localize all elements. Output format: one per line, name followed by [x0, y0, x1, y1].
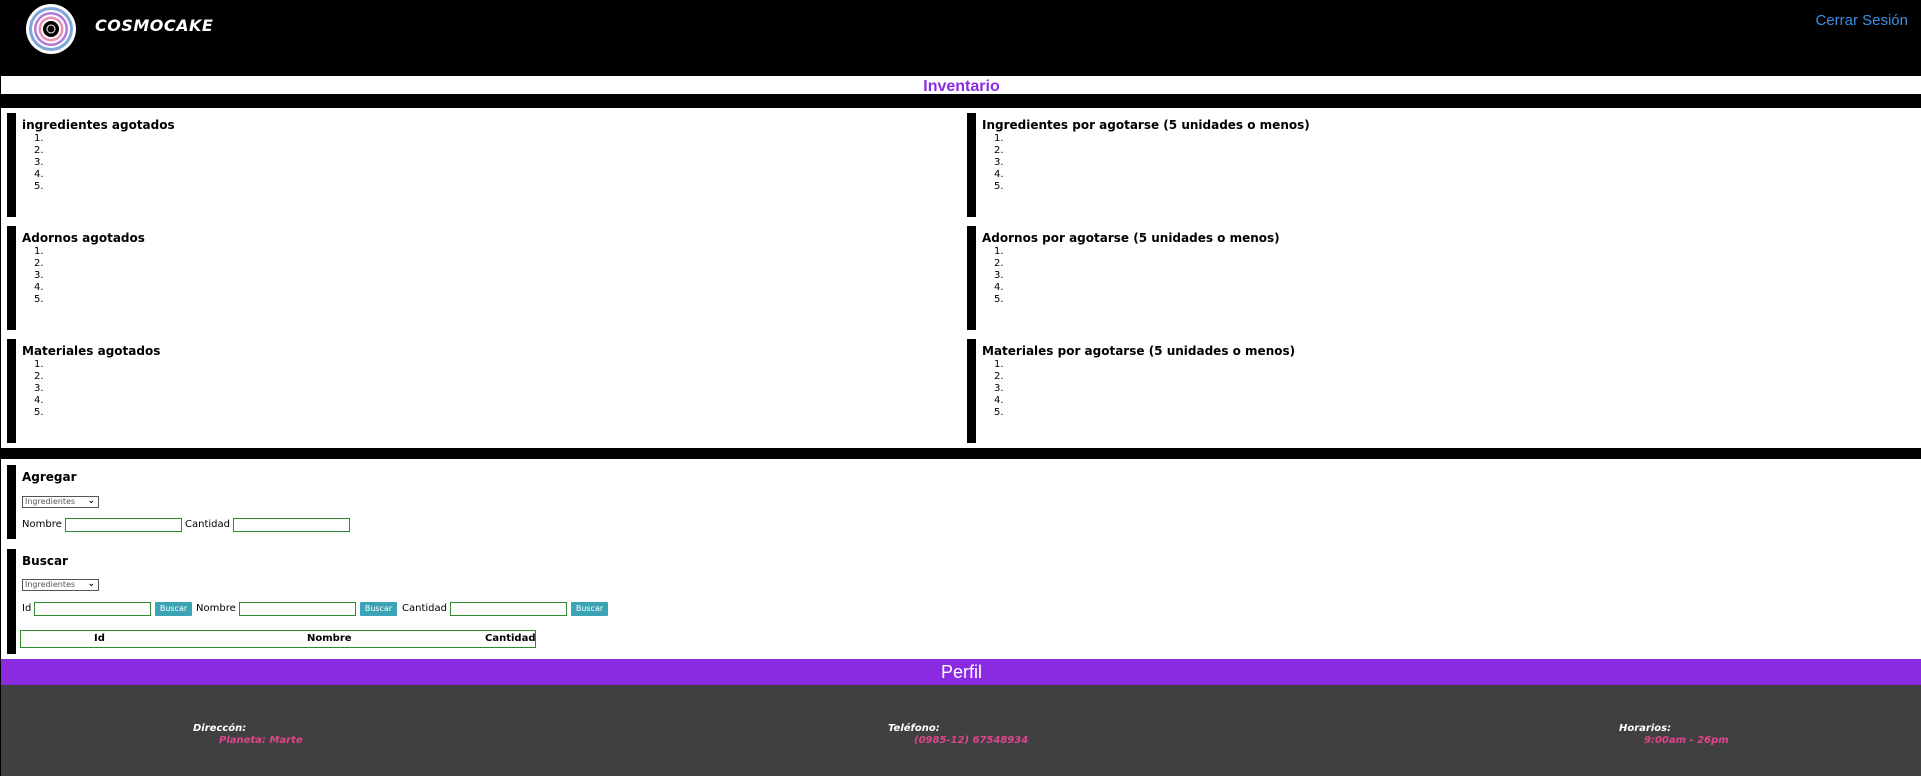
list-item: 5.	[994, 294, 1004, 305]
id-label: Id	[22, 603, 32, 614]
list-item: 2.	[994, 145, 1004, 156]
list-item: 5.	[34, 294, 44, 305]
selected-category: Ingredientes	[25, 580, 76, 589]
buscar-title: Buscar	[22, 554, 68, 568]
divider-bar	[1, 448, 1921, 459]
list-item: 1.	[34, 359, 44, 370]
list-item: 3.	[34, 157, 44, 168]
nombre-label: Nombre	[196, 603, 236, 614]
list-item: 3.	[994, 383, 1004, 394]
top-header: COSMOCAKE Cerrar Sesión	[1, 0, 1921, 76]
list-item: 4.	[994, 282, 1004, 293]
list-item: 1.	[34, 133, 44, 144]
list-item: 4.	[994, 169, 1004, 180]
nombre-label: Nombre	[22, 519, 62, 530]
agregar-nombre-input[interactable]	[65, 518, 182, 532]
list-item: 2.	[34, 145, 44, 156]
ingredientes-agotados-list: 1. 2. 3. 4. 5.	[22, 133, 44, 193]
direccion-value: Planeta: Marte	[219, 735, 303, 746]
panel-ingredientes-por-agotarse: Ingredientes por agotarse (5 unidades o …	[967, 113, 1921, 217]
chevron-down-icon: ⌄	[87, 496, 95, 506]
page-title: Inventario	[923, 78, 1000, 95]
perfil-link[interactable]: Perfil	[1, 659, 1921, 685]
buscar-id-input[interactable]	[34, 602, 151, 616]
ingredientes-por-agotarse-list: 1. 2. 3. 4. 5.	[982, 133, 1004, 193]
list-item: 3.	[994, 157, 1004, 168]
list-item: 5.	[994, 407, 1004, 418]
list-item: 1.	[994, 133, 1004, 144]
agregar-cantidad-input[interactable]	[233, 518, 350, 532]
list-item: 3.	[34, 270, 44, 281]
list-item: 5.	[994, 181, 1004, 192]
cantidad-label: Cantidad	[185, 519, 230, 530]
buscar-category-select[interactable]: Ingredientes ⌄	[22, 579, 99, 591]
table-header-cantidad: Cantidad	[485, 633, 536, 644]
adornos-agotados-list: 1. 2. 3. 4. 5.	[22, 246, 44, 306]
direccion-label: Direccón:	[193, 723, 247, 734]
cantidad-label: Cantidad	[402, 603, 447, 614]
list-item: 4.	[994, 395, 1004, 406]
panel-title: Materiales por agotarse (5 unidades o me…	[982, 344, 1296, 358]
panel-materiales-por-agotarse: Materiales por agotarse (5 unidades o me…	[967, 339, 1921, 443]
list-item: 1.	[34, 246, 44, 257]
panel-title: ingredientes agotados	[22, 118, 175, 132]
brand-name: COSMOCAKE	[95, 16, 214, 35]
agregar-section: Agregar Ingredientes ⌄ Nombre Cantidad	[7, 465, 607, 539]
list-item: 4.	[34, 169, 44, 180]
panel-title: Materiales agotados	[22, 344, 161, 358]
list-item: 3.	[34, 383, 44, 394]
materiales-agotados-list: 1. 2. 3. 4. 5.	[22, 359, 44, 419]
panel-title: Ingredientes por agotarse (5 unidades o …	[982, 118, 1310, 132]
panel-title: Adornos por agotarse (5 unidades o menos…	[982, 231, 1280, 245]
list-item: 1.	[994, 359, 1004, 370]
horarios-value: 9:00am - 26pm	[1644, 735, 1729, 746]
adornos-por-agotarse-list: 1. 2. 3. 4. 5.	[982, 246, 1004, 306]
list-item: 4.	[34, 395, 44, 406]
buscar-id-button[interactable]: Buscar	[155, 602, 192, 616]
materiales-por-agotarse-list: 1. 2. 3. 4. 5.	[982, 359, 1004, 419]
table-header-id: Id	[94, 633, 105, 644]
logout-link[interactable]: Cerrar Sesión	[1815, 12, 1908, 29]
panel-adornos-por-agotarse: Adornos por agotarse (5 unidades o menos…	[967, 226, 1921, 330]
list-item: 2.	[34, 371, 44, 382]
list-item: 3.	[994, 270, 1004, 281]
list-item: 5.	[34, 407, 44, 418]
list-item: 5.	[34, 181, 44, 192]
footer: Direccón: Planeta: Marte Teléfono: (0985…	[1, 685, 1921, 776]
horarios-label: Horarios:	[1619, 723, 1672, 734]
buscar-nombre-input[interactable]	[239, 602, 356, 616]
buscar-cantidad-input[interactable]	[450, 602, 567, 616]
cosmocake-logo[interactable]	[25, 3, 77, 55]
telefono-value: (0985-12) 67548934	[914, 735, 1029, 746]
list-item: 4.	[34, 282, 44, 293]
divider-bar	[1, 94, 1921, 108]
agregar-title: Agregar	[22, 470, 77, 484]
list-item: 2.	[34, 258, 44, 269]
list-item: 2.	[994, 258, 1004, 269]
table-header-nombre: Nombre	[307, 633, 352, 644]
list-item: 2.	[994, 371, 1004, 382]
panel-adornos-agotados: Adornos agotados 1. 2. 3. 4. 5.	[7, 226, 965, 330]
buscar-cantidad-button[interactable]: Buscar	[571, 602, 608, 616]
selected-category: Ingredientes	[25, 497, 76, 506]
panel-title: Adornos agotados	[22, 231, 145, 245]
chevron-down-icon: ⌄	[87, 579, 95, 589]
agregar-category-select[interactable]: Ingredientes ⌄	[22, 496, 99, 508]
panel-materiales-agotados: Materiales agotados 1. 2. 3. 4. 5.	[7, 339, 965, 443]
buscar-nombre-button[interactable]: Buscar	[360, 602, 397, 616]
panel-ingredientes-agotados: ingredientes agotados 1. 2. 3. 4. 5.	[7, 113, 965, 217]
results-table: Id Nombre Cantidad	[20, 630, 536, 648]
list-item: 1.	[994, 246, 1004, 257]
telefono-label: Teléfono:	[888, 723, 940, 734]
page-title-row: Inventario	[1, 76, 1921, 95]
